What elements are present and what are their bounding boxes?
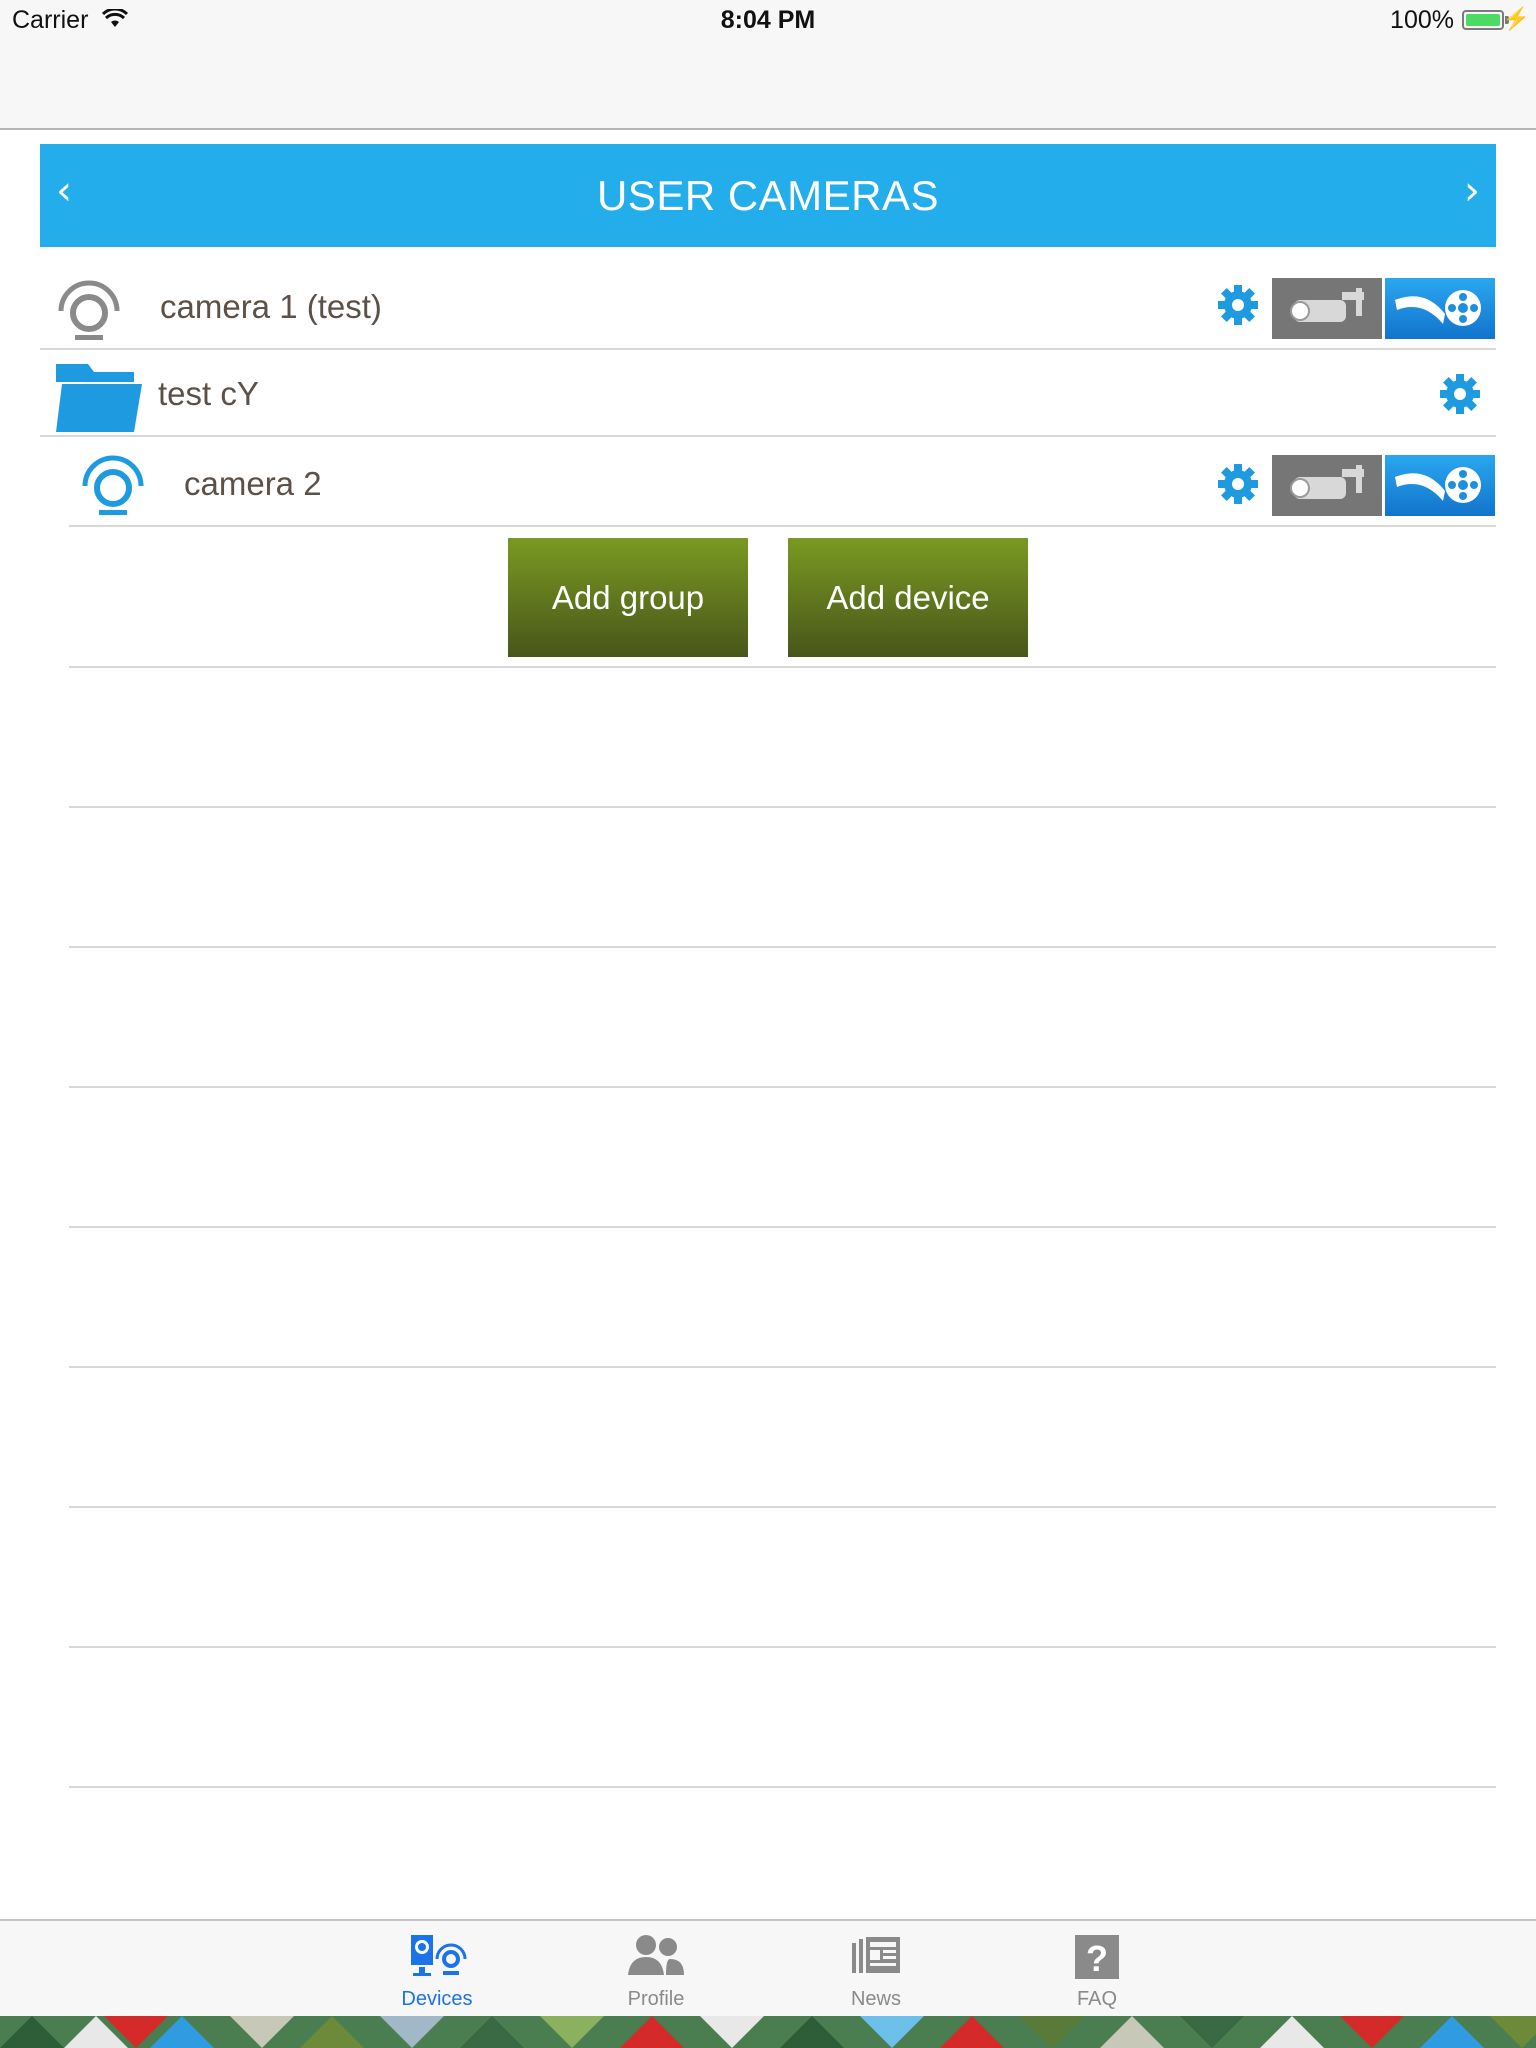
group-label: test cY bbox=[158, 375, 259, 412]
devices-icon bbox=[411, 1935, 467, 1976]
faq-icon: ? bbox=[1075, 1935, 1119, 1979]
settings-gear-icon[interactable] bbox=[1438, 372, 1482, 416]
profile-icon bbox=[628, 1935, 684, 1975]
battery-icon bbox=[1462, 10, 1504, 30]
film-reel-icon bbox=[1395, 290, 1481, 326]
list-separator bbox=[69, 1086, 1496, 1088]
list-separator bbox=[69, 1226, 1496, 1228]
camera-blue-icon bbox=[82, 455, 144, 515]
news-icon bbox=[852, 1937, 900, 1973]
tab-faq[interactable]: ? FAQ bbox=[1027, 1921, 1167, 2018]
cctv-camera-icon bbox=[1290, 465, 1364, 499]
list-separator bbox=[69, 1786, 1496, 1788]
device-row-camera-1[interactable]: camera 1 (test) bbox=[40, 263, 1496, 350]
add-group-button[interactable]: Add group bbox=[508, 538, 748, 657]
device-label: camera 2 bbox=[184, 465, 322, 502]
camera-gray-icon bbox=[58, 280, 120, 340]
settings-gear-icon[interactable] bbox=[1216, 283, 1260, 327]
next-page-button[interactable]: › bbox=[1464, 168, 1480, 214]
clock: 8:04 PM bbox=[720, 6, 816, 34]
tab-label: Devices bbox=[401, 1988, 473, 2010]
device-row-camera-2[interactable]: camera 2 bbox=[69, 440, 1496, 527]
tab-bar: Devices Profile News ? FAQ bbox=[0, 1919, 1536, 2018]
list-separator bbox=[69, 1506, 1496, 1508]
tab-profile[interactable]: Profile bbox=[586, 1921, 726, 2018]
device-label: camera 1 (test) bbox=[160, 288, 382, 325]
cameras-header: ‹ USER CAMERAS › bbox=[40, 144, 1496, 247]
charging-icon: ⚡ bbox=[1502, 6, 1530, 31]
svg-text:?: ? bbox=[1086, 1938, 1108, 1979]
live-view-button[interactable] bbox=[1272, 455, 1382, 516]
tab-label: News bbox=[850, 1988, 901, 2010]
list-separator bbox=[69, 806, 1496, 808]
list-separator bbox=[69, 666, 1496, 668]
status-bar: Carrier 8:04 PM 100% ⚡ bbox=[0, 0, 1536, 42]
list-separator bbox=[69, 946, 1496, 948]
battery-percent: 100% bbox=[1390, 6, 1454, 34]
list-separator bbox=[69, 1646, 1496, 1648]
page-title: USER CAMERAS bbox=[596, 172, 940, 219]
film-reel-icon bbox=[1395, 467, 1481, 503]
tab-label: Profile bbox=[627, 1988, 685, 2010]
tab-devices[interactable]: Devices bbox=[367, 1921, 507, 2018]
folder-icon bbox=[56, 364, 142, 432]
settings-gear-icon[interactable] bbox=[1216, 462, 1260, 506]
live-view-button[interactable] bbox=[1272, 278, 1382, 339]
recordings-button[interactable] bbox=[1385, 455, 1495, 516]
cctv-camera-icon bbox=[1290, 288, 1364, 322]
decorative-pattern-stripe bbox=[0, 2016, 1536, 2048]
navigation-bar bbox=[0, 42, 1536, 130]
tab-news[interactable]: News bbox=[806, 1921, 946, 2018]
tab-label: FAQ bbox=[1076, 1988, 1117, 2010]
add-device-button[interactable]: Add device bbox=[788, 538, 1028, 657]
recordings-button[interactable] bbox=[1385, 278, 1495, 339]
group-row-test-cy[interactable]: test cY bbox=[40, 350, 1496, 437]
list-separator bbox=[69, 1366, 1496, 1368]
